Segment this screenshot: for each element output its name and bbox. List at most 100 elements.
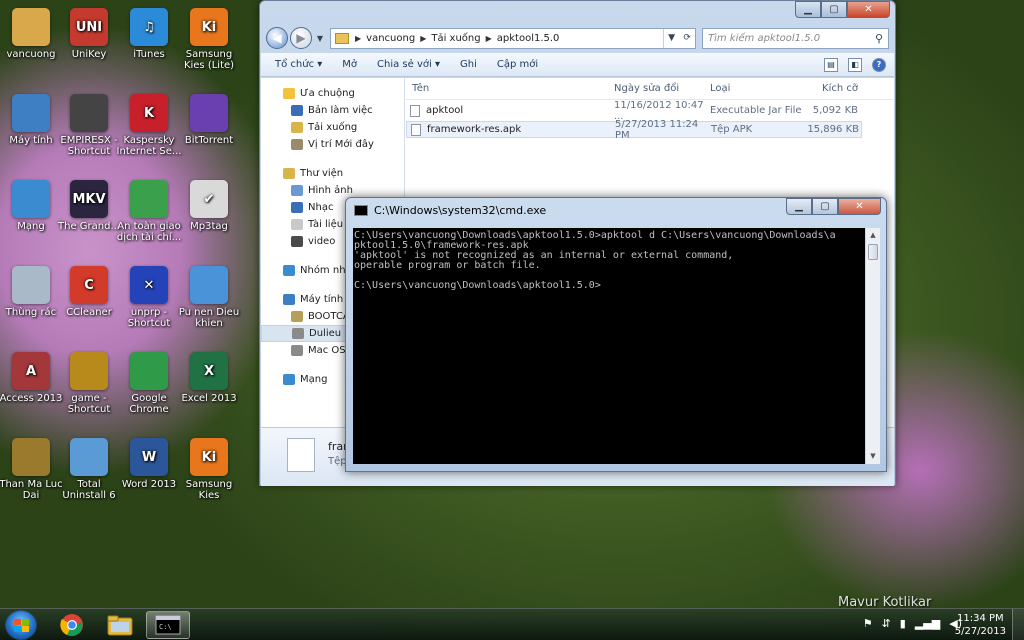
taskbar-explorer[interactable]	[98, 611, 142, 639]
wifi-signal-icon[interactable]: ▂▄▆	[915, 617, 940, 630]
desktop-icon-bank-card[interactable]: An toàn giao dịch tài chí...	[116, 180, 182, 243]
desktop-icon-total-uninstall[interactable]: Total Uninstall 6	[56, 438, 122, 501]
desktop-icon-bittorrent[interactable]: BitTorrent	[176, 94, 242, 146]
recent-pages-chevron-icon[interactable]: ▼	[314, 34, 326, 43]
breadcrumb-arrow-icon[interactable]: ▶	[486, 34, 492, 43]
empires-icon	[70, 94, 108, 132]
desktop-icon-game[interactable]: game - Shortcut	[56, 352, 122, 415]
desktop-icon-computer[interactable]: Máy tính	[0, 94, 64, 146]
start-button[interactable]	[5, 610, 37, 640]
preview-pane-icon[interactable]: ◧	[848, 57, 862, 72]
network-icon	[12, 180, 50, 218]
column-type[interactable]: Loại	[710, 83, 806, 94]
total-uninstall-icon	[70, 438, 108, 476]
chevron-down-icon[interactable]: ▼	[668, 33, 675, 43]
search-icon[interactable]: ⚲	[875, 32, 883, 45]
flag-icon[interactable]: ⚑	[863, 617, 873, 630]
breadcrumb-downloads[interactable]: Tải xuống	[431, 33, 480, 44]
minimize-button[interactable]: ▁	[795, 1, 821, 18]
desktop-icon-kaspersky[interactable]: K Kaspersky Internet Se...	[116, 94, 182, 157]
column-name[interactable]: Tên	[406, 83, 614, 94]
console-output[interactable]: C:\Users\vancuong\Downloads\apktool1.5.0…	[353, 228, 865, 464]
desktop-icon-mkv[interactable]: MKV The Grand...	[56, 180, 122, 232]
nav-item-desktop[interactable]: Bản làm việc	[261, 102, 404, 119]
desktop-icon-control-panel[interactable]: Pu nen Dieu khien	[176, 266, 242, 329]
desktop-icon-samsung-kies[interactable]: Ki Samsung Kies	[176, 438, 242, 501]
breadcrumb-apktool[interactable]: apktool1.5.0	[497, 33, 560, 44]
desktop-icon-mp3tag[interactable]: ✔ Mp3tag	[176, 180, 242, 232]
desktop-icon-chrome[interactable]: Google Chrome	[116, 352, 182, 415]
drive-icon	[291, 345, 303, 356]
desktop-icon-user-folder[interactable]: vancuong	[0, 8, 64, 60]
new-folder-button[interactable]: Cập mới	[497, 59, 538, 70]
drive-icon	[291, 311, 303, 322]
scroll-up-icon[interactable]: ▲	[866, 228, 880, 243]
file-row[interactable]: apktool 11/16/2012 10:47 ... Executable Ja…	[406, 100, 894, 122]
desktop-icon-access[interactable]: A Access 2013	[0, 352, 64, 404]
forward-arrow-icon[interactable]: ▶	[290, 27, 312, 49]
desktop-icon-ccleaner[interactable]: C CCleaner	[56, 266, 122, 318]
desktop-icon-network[interactable]: Mạng	[0, 180, 64, 232]
minimize-button[interactable]: ▁	[786, 198, 812, 215]
open-button[interactable]: Mở	[342, 59, 357, 70]
desktop-icon-unikey[interactable]: UNI UniKey	[56, 8, 122, 60]
battery-icon[interactable]: ▮	[900, 617, 906, 630]
search-placeholder: Tìm kiếm apktool1.5.0	[708, 32, 821, 44]
search-input[interactable]: Tìm kiếm apktool1.5.0 ⚲	[702, 27, 889, 49]
console-scrollbar[interactable]: ▲ ▼	[865, 228, 880, 464]
close-button[interactable]: ✕	[838, 198, 881, 215]
nav-item-libraries[interactable]: Thư viện	[261, 165, 404, 182]
nav-item-recent-places[interactable]: Vị trí Mới đây	[261, 136, 404, 153]
burn-button[interactable]: Ghi	[460, 59, 477, 70]
scroll-thumb[interactable]	[868, 244, 878, 260]
desktop-icon-unprp[interactable]: ✕ unprp - Shortcut	[116, 266, 182, 329]
breadcrumb-arrow-icon[interactable]: ▶	[355, 34, 361, 43]
view-options-icon[interactable]: ▤	[824, 57, 838, 72]
show-desktop-button[interactable]	[1012, 609, 1024, 640]
desktop-icon-label: game - Shortcut	[67, 393, 111, 415]
desktop-icon-label: BitTorrent	[184, 135, 234, 146]
help-icon[interactable]: ?	[872, 57, 886, 72]
refresh-icon[interactable]: ⟳	[683, 33, 691, 43]
access-icon: A	[12, 352, 50, 390]
share-with-button[interactable]: Chia sẻ với ▾	[377, 59, 440, 70]
desktop-icon-game-shield[interactable]: Than Ma Luc Dai	[0, 438, 64, 501]
details-file-type: Tệp	[328, 456, 347, 467]
scroll-down-icon[interactable]: ▼	[866, 449, 880, 464]
column-size[interactable]: Kích cỡ	[806, 83, 858, 94]
clock[interactable]: 11:34 PM 5/27/2013	[955, 612, 1006, 638]
taskbar-cmd[interactable]: C:\	[146, 611, 190, 639]
nav-item-downloads-folder[interactable]: Tải xuống	[261, 119, 404, 136]
desktop-icon-label: Mạng	[17, 221, 45, 232]
desktop-icon-itunes[interactable]: ♫ iTunes	[116, 8, 182, 60]
nav-item-star[interactable]: Ưa chuộng	[261, 85, 404, 102]
maximize-button[interactable]: ▢	[812, 198, 838, 215]
desktop-icon-empires[interactable]: EMPIRESX - Shortcut	[56, 94, 122, 157]
desktop-icon-recycle-bin[interactable]: Thùng rác	[0, 266, 64, 318]
desktop-icon-word[interactable]: W Word 2013	[116, 438, 182, 490]
drive-icon	[292, 328, 304, 339]
maximize-button[interactable]: ▢	[821, 1, 847, 18]
libraries-icon	[283, 168, 295, 179]
organize-button[interactable]: Tổ chức ▾	[275, 59, 322, 70]
breadcrumb-vancuong[interactable]: vancuong	[366, 33, 415, 44]
usb-device-icon[interactable]: ⇵	[882, 617, 891, 630]
desktop-icon-samsung-kies-lite[interactable]: Ki Samsung Kies (Lite)	[176, 8, 242, 71]
desktop-icon-label: Google Chrome	[129, 393, 169, 415]
address-actions: ▼ ⟳	[663, 28, 695, 48]
desktop-icon-label: EMPIRESX - Shortcut	[60, 135, 118, 157]
file-row[interactable]: framework-res.apk 5/27/2013 11:24 PM Tệp A…	[406, 119, 862, 141]
close-button[interactable]: ✕	[847, 1, 890, 18]
breadcrumb-arrow-icon[interactable]: ▶	[420, 34, 426, 43]
taskbar-chrome[interactable]	[50, 611, 94, 639]
desktop-icon-label: Access 2013	[0, 393, 63, 404]
cmd-window[interactable]: C:\Windows\system32\cmd.exe ▁ ▢ ✕ C:\Use…	[345, 197, 887, 472]
network-icon	[283, 374, 295, 385]
address-bar[interactable]: ▶ vancuong ▶ Tải xuống ▶ apktool1.5.0 ▼ …	[330, 27, 696, 49]
column-date[interactable]: Ngày sửa đổi	[614, 83, 710, 94]
desktop-icon-label: The Grand...	[58, 221, 120, 232]
desktop-icon-excel[interactable]: X Excel 2013	[176, 352, 242, 404]
back-arrow-icon[interactable]: ◀	[266, 27, 288, 49]
word-icon: W	[130, 438, 168, 476]
nav-item-label: Nhạc	[308, 202, 334, 213]
